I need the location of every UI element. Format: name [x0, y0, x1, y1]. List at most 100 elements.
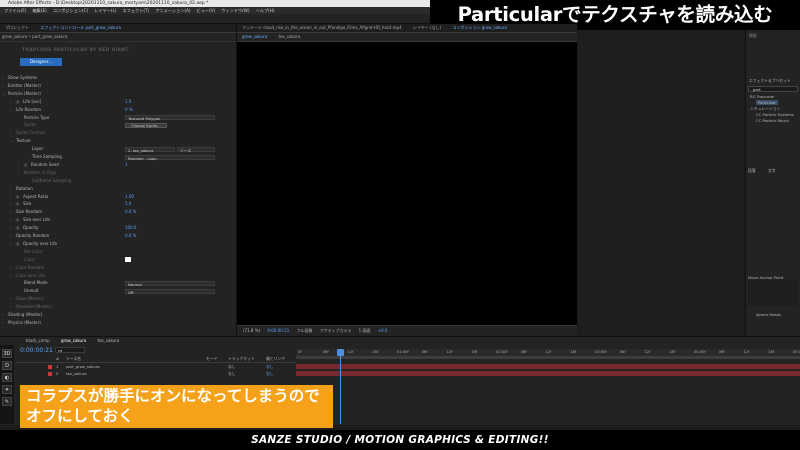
circle-icon[interactable]: ◐	[2, 373, 12, 382]
tab-paragraph[interactable]: 段落	[748, 168, 756, 174]
property-row[interactable]: › Color Random	[0, 265, 236, 271]
layer-name[interactable]: part_grow_sakura	[66, 364, 100, 370]
property-row[interactable]: › Streaklet (Master)	[0, 304, 236, 310]
stopwatch-icon[interactable]: ◷	[16, 217, 19, 223]
expand-closed-icon[interactable]: ›	[2, 75, 3, 81]
property-dropdown[interactable]: Random - Loop	[125, 154, 215, 161]
tab-footage[interactable]: フッテージ cloud_rise_in_the_ocean_in_out_Pfa…	[237, 24, 407, 32]
time-ruler[interactable]: 0f 06f 12f 18f 01:00f 06f 12f 18f 02:00f 06f 12f 18…	[296, 349, 800, 356]
property-row[interactable]: Particle Type Textured Polygon	[0, 115, 236, 121]
property-value[interactable]: 1.0	[125, 99, 131, 105]
menu-item[interactable]: ビュー(V)	[197, 8, 216, 13]
property-row[interactable]: Subframe Sampling	[0, 178, 236, 184]
stopwatch-icon[interactable]: ◷	[16, 201, 19, 207]
menu-item[interactable]: ファイル(F)	[4, 8, 26, 13]
property-dropdown[interactable]: Textured Polygon	[125, 115, 215, 121]
ignore-masks-label[interactable]: Ignore Masks	[756, 312, 781, 317]
layer-row[interactable]: 1 part_grow_sakura なし なし	[16, 364, 296, 370]
property-row[interactable]: Set Color	[0, 249, 236, 255]
effects-search-input[interactable]: part	[748, 86, 798, 92]
menu-item[interactable]: ウィンドウ(W)	[221, 8, 249, 13]
layer-1-duration-bar[interactable]	[296, 364, 800, 369]
dynamic-link-icon[interactable]: D	[2, 361, 12, 370]
tree-item-cc-particle-systems[interactable]: CC Particle Systems	[756, 112, 794, 117]
expand-closed-icon[interactable]: ›	[18, 162, 19, 168]
property-value[interactable]: 1.00	[125, 194, 134, 200]
stopwatch-icon[interactable]: ◷	[16, 241, 19, 247]
expand-closed-icon[interactable]: ›	[10, 209, 11, 215]
effects-presets-label[interactable]: エフェクト＆プリセット	[749, 78, 791, 84]
tab-composition[interactable]: コンポジション grow_sakura	[447, 24, 511, 32]
stopwatch-icon[interactable]: ◷	[16, 225, 19, 231]
property-row[interactable]: Unmult Off	[0, 288, 236, 295]
property-row[interactable]: › ◷ Aspect Ratio 1.00	[0, 194, 236, 200]
tree-item-particular[interactable]: Particular	[756, 100, 778, 105]
property-row[interactable]: Sprite Choose Sprite...	[0, 122, 236, 128]
expand-closed-icon[interactable]: ›	[10, 296, 11, 302]
expand-closed-icon[interactable]: ›	[10, 241, 11, 247]
zoom-level[interactable]: (71.8 %)	[243, 328, 260, 333]
property-value[interactable]: 1	[125, 162, 128, 168]
tab-layer[interactable]: レイヤー (なし)	[408, 24, 446, 32]
stopwatch-icon[interactable]: ◷	[16, 194, 19, 200]
expand-closed-icon[interactable]: ›	[2, 312, 3, 318]
composition-viewer[interactable]	[237, 42, 577, 325]
pin-icon[interactable]: ✦	[2, 385, 12, 394]
property-row[interactable]: › Color over Life	[0, 273, 236, 279]
tab-tex-sakura[interactable]: tex_sakura	[97, 338, 119, 343]
menu-item[interactable]: レイヤー(L)	[94, 8, 116, 13]
layer-name[interactable]: tex_sakura	[66, 371, 87, 377]
property-row[interactable]: Color	[0, 257, 236, 263]
camera-select[interactable]: アクティブカメラ	[320, 328, 352, 333]
menu-item[interactable]: ヘルプ(H)	[256, 8, 275, 13]
layer-row[interactable]: 2 tex_sakura なし なし	[16, 371, 296, 377]
designer-button[interactable]: Designer...	[20, 58, 62, 66]
menu-item[interactable]: コンポジション(C)	[53, 8, 89, 13]
expand-closed-icon[interactable]: ›	[10, 194, 11, 200]
property-row[interactable]: › Glow (Master)	[0, 296, 236, 302]
expand-closed-icon[interactable]: ›	[10, 265, 11, 271]
layer-track-matte[interactable]: なし	[228, 364, 236, 370]
tab-effect-controls[interactable]: エフェクトコントロール part_grow_sakura	[35, 24, 126, 32]
property-row[interactable]: › ◷ Life [sec] 1.0	[0, 99, 236, 105]
layer-parent[interactable]: なし	[266, 371, 274, 377]
layer-track-matte[interactable]: なし	[228, 371, 236, 377]
work-area-bar[interactable]	[296, 356, 800, 359]
expand-closed-icon[interactable]: ›	[10, 225, 11, 231]
expand-closed-icon[interactable]: ›	[10, 130, 11, 136]
property-row[interactable]: Blend Mode Normal	[0, 280, 236, 287]
expand-open-icon[interactable]: ⌄	[2, 91, 5, 97]
views-select[interactable]: 1 画面	[359, 328, 371, 333]
expand-closed-icon[interactable]: ›	[18, 170, 19, 176]
tab-grow-sakura[interactable]: grow_sakura	[61, 338, 86, 343]
property-row[interactable]: › ◷ Size 5.0	[0, 201, 236, 207]
property-dropdown[interactable]: Normal	[125, 280, 215, 287]
stopwatch-icon[interactable]: ◷	[16, 99, 19, 105]
expand-closed-icon[interactable]: ›	[10, 99, 11, 105]
property-row[interactable]: ⌄ Particle (Master)	[0, 91, 236, 97]
property-row[interactable]: › Number of Clips	[0, 170, 236, 176]
menu-item[interactable]: エフェクト(T)	[122, 8, 149, 13]
property-row[interactable]: › Opacity Random 0.0 %	[0, 233, 236, 239]
exposure-value[interactable]: +0.0	[378, 328, 388, 333]
brush-icon[interactable]: ✎	[2, 397, 12, 406]
layer-search-input[interactable]: ρ▾	[55, 347, 85, 353]
property-row[interactable]: Layer 2. tex_sakura ソース	[0, 146, 236, 153]
property-row[interactable]: › Show Systems	[0, 75, 236, 81]
subtab-tex-sakura[interactable]: tex_sakura	[273, 33, 305, 41]
layer-2-duration-bar[interactable]	[296, 371, 800, 376]
property-dropdown[interactable]: 2. tex_sakura	[125, 146, 175, 153]
expand-closed-icon[interactable]: ›	[10, 217, 11, 223]
expand-closed-icon[interactable]: ›	[10, 304, 11, 310]
menu-item[interactable]: 編集(E)	[32, 8, 46, 13]
expand-closed-icon[interactable]: ›	[10, 186, 11, 192]
property-row[interactable]: Time Sampling Random - Loop	[0, 154, 236, 161]
menu-item[interactable]: アニメーション(A)	[155, 8, 190, 13]
property-row[interactable]: › ◷ Opacity 100.0	[0, 225, 236, 231]
layer-color-label[interactable]	[48, 365, 52, 369]
tree-item-rg-trapcode[interactable]: RG Trapcode	[750, 94, 774, 99]
current-time[interactable]: 0:00:00:21	[267, 328, 289, 333]
property-row[interactable]: › ◷ Size over Life	[0, 217, 236, 223]
tab-character[interactable]: 文字	[768, 168, 776, 174]
layer-parent[interactable]: なし	[266, 364, 274, 370]
